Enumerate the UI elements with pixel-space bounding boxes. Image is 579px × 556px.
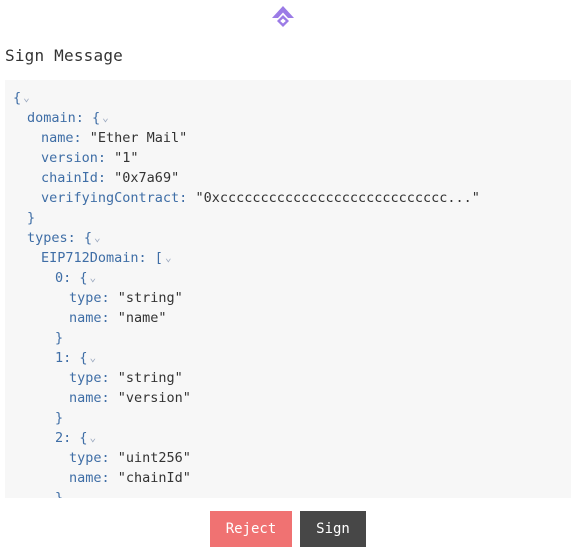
- message-line: 0: {⌄: [55, 268, 96, 288]
- message-line: type: "string": [69, 368, 183, 388]
- message-line: name: "chainId": [69, 468, 191, 488]
- message-punctuation: {: [13, 90, 22, 106]
- message-key: name: [41, 130, 74, 146]
- message-value: "name": [117, 310, 167, 326]
- message-punctuation: : {: [63, 430, 88, 446]
- message-punctuation: }: [55, 490, 64, 498]
- message-key: 2: [55, 430, 64, 446]
- message-line: verifyingContract: "0xcccccccccccccccccc…: [41, 188, 480, 208]
- message-line: {⌄: [13, 88, 30, 108]
- message-key: version: [41, 150, 98, 166]
- message-key: types: [27, 230, 68, 246]
- sign-button[interactable]: Sign: [300, 511, 366, 547]
- message-punctuation: : {: [67, 230, 93, 246]
- message-line: }: [55, 328, 63, 348]
- message-punctuation: }: [27, 210, 36, 226]
- message-line: type: "uint256": [69, 448, 191, 468]
- message-key: name: [69, 310, 102, 326]
- message-value: "uint256": [117, 450, 191, 466]
- message-line: name: "Ether Mail": [41, 128, 187, 148]
- message-punctuation: : {: [63, 270, 88, 286]
- message-key: name: [69, 390, 102, 406]
- message-key: type: [69, 450, 102, 466]
- message-line: 1: {⌄: [55, 348, 96, 368]
- message-punctuation: :: [101, 310, 118, 326]
- message-line: types: {⌄: [27, 228, 101, 248]
- message-key: 0: [55, 270, 64, 286]
- message-key: type: [69, 370, 102, 386]
- message-value: "1": [114, 150, 139, 166]
- message-key: type: [69, 290, 102, 306]
- message-viewer[interactable]: {⌄ domain: {⌄ name: "Ether Mail" version: "…: [5, 80, 571, 498]
- message-punctuation: :: [101, 370, 118, 386]
- chevron-down-icon[interactable]: ⌄: [90, 268, 97, 288]
- message-value: "0xcccccccccccccccccccccccccccc...": [195, 190, 480, 206]
- message-key: name: [69, 470, 102, 486]
- message-value: "string": [117, 370, 183, 386]
- message-punctuation: }: [55, 410, 64, 426]
- chevron-down-icon[interactable]: ⌄: [23, 88, 30, 108]
- message-punctuation: : [: [138, 250, 163, 266]
- message-line: 2: {⌄: [55, 428, 96, 448]
- message-line: name: "version": [69, 388, 191, 408]
- chevron-down-icon[interactable]: ⌄: [90, 348, 97, 368]
- message-line: name: "name": [69, 308, 167, 328]
- sign-message-page: Sign Message {⌄ domain: {⌄ name: "Ether Ma…: [0, 0, 579, 556]
- chevron-down-icon[interactable]: ⌄: [165, 248, 172, 268]
- message-key: verifyingContract: [41, 190, 180, 206]
- message-punctuation: }: [55, 330, 64, 346]
- message-punctuation: :: [101, 390, 118, 406]
- message-key: domain: [27, 110, 76, 126]
- message-line: EIP712Domain: [⌄: [41, 248, 172, 268]
- message-key: chainId: [41, 170, 98, 186]
- message-line: domain: {⌄: [27, 108, 109, 128]
- app-logo-icon: [272, 6, 294, 27]
- message-line: }: [27, 208, 35, 228]
- message-punctuation: :: [97, 170, 115, 186]
- message-line: }: [55, 488, 63, 498]
- message-line: version: "1": [41, 148, 139, 168]
- message-punctuation: :: [97, 150, 115, 166]
- chevron-down-icon[interactable]: ⌄: [94, 228, 101, 248]
- message-punctuation: :: [73, 130, 90, 146]
- message-value: "version": [117, 390, 191, 406]
- message-key: 1: [55, 350, 64, 366]
- message-value: "chainId": [117, 470, 191, 486]
- message-line: }: [55, 408, 63, 428]
- message-punctuation: : {: [75, 110, 101, 126]
- message-value: "string": [117, 290, 183, 306]
- message-key: EIP712Domain: [41, 250, 139, 266]
- message-punctuation: :: [179, 190, 196, 206]
- message-value: "0x7a69": [114, 170, 180, 186]
- chevron-down-icon[interactable]: ⌄: [90, 428, 97, 448]
- message-value: "Ether Mail": [89, 130, 188, 146]
- message-line: chainId: "0x7a69": [41, 168, 179, 188]
- reject-button[interactable]: Reject: [210, 511, 292, 547]
- message-punctuation: :: [101, 470, 118, 486]
- chevron-down-icon[interactable]: ⌄: [102, 108, 109, 128]
- message-punctuation: : {: [63, 350, 88, 366]
- message-punctuation: :: [101, 290, 118, 306]
- message-line: type: "string": [69, 288, 183, 308]
- page-title: Sign Message: [5, 46, 123, 65]
- message-punctuation: :: [101, 450, 118, 466]
